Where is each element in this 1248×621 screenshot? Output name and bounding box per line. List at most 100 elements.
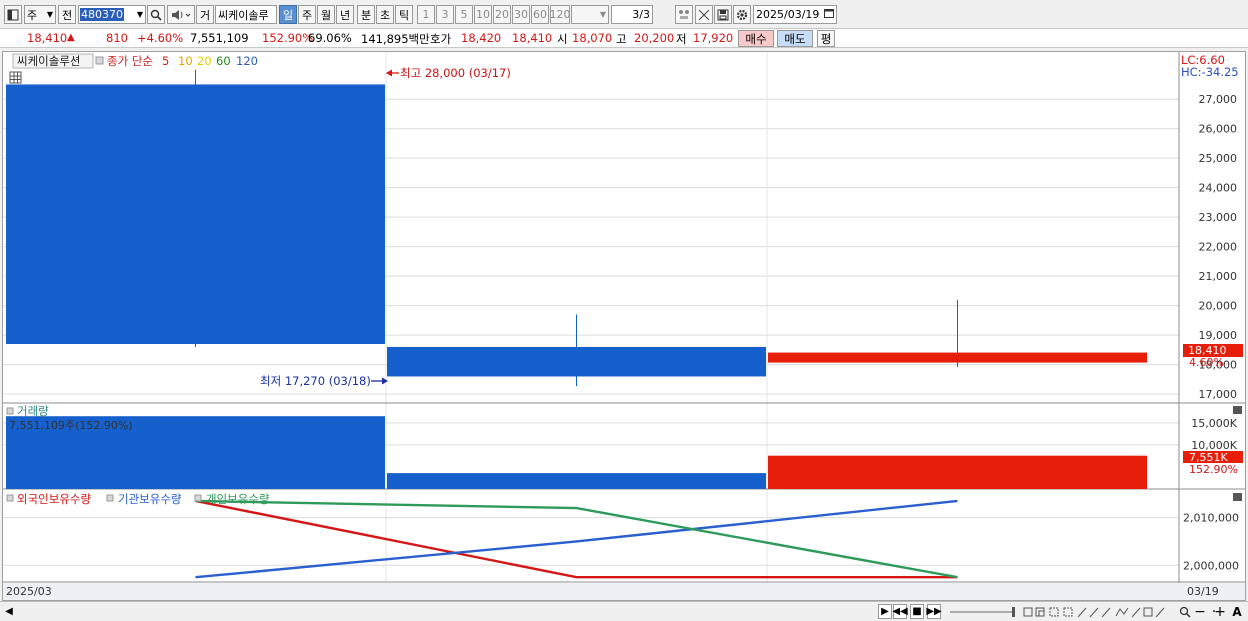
volume-toggle-icon[interactable] (6, 407, 14, 415)
holdings-tick-label: 2,000,000 (1183, 559, 1239, 572)
interval-10-button[interactable]: 10 (474, 5, 492, 24)
interval-1-button[interactable]: 1 (417, 5, 435, 24)
scroll-left-icon[interactable]: ◀ (4, 604, 14, 619)
low-annotation: 최저 17,270 (03/18) (260, 374, 388, 388)
holdings-tick-label: 2,010,000 (1183, 512, 1239, 525)
avg-button[interactable]: 평 (817, 30, 835, 47)
volume-panel-close-icon[interactable] (1233, 406, 1242, 414)
window-icon[interactable] (4, 5, 22, 24)
chevron-down-icon: ▼ (599, 10, 606, 19)
open-price: 18,070 (572, 31, 613, 45)
chart-title: 씨케이솔루션 (17, 54, 80, 68)
ma-period-20: 20 (197, 54, 212, 68)
chevron-down-icon[interactable]: ▼ (137, 10, 145, 19)
interval-20-button[interactable]: 20 (493, 5, 511, 24)
interval-5-button[interactable]: 5 (455, 5, 473, 24)
candle-body-03/19 (768, 352, 1147, 363)
bottom-scrollbar[interactable]: ◀ ▶ ◀◀ ■ ▶▶ − · + A (0, 601, 1248, 621)
volume-last-pct: 152.90% (1189, 463, 1238, 476)
ma-toggle-icon[interactable] (95, 56, 104, 65)
price-tick-label: 20,000 (1199, 300, 1238, 313)
prev-button[interactable]: 전 (58, 5, 76, 24)
volume-bar-1 (387, 473, 766, 489)
holdings-toggle-icon-2[interactable] (106, 494, 114, 502)
turnover-ratio: 69.06% (308, 31, 352, 45)
ask-price: 18,420 (461, 31, 502, 45)
price-tick-label: 21,000 (1199, 270, 1238, 283)
search-icon[interactable] (147, 5, 165, 24)
low-price: 17,920 (693, 31, 734, 45)
price-tick-label: 25,000 (1199, 152, 1238, 165)
crosshair-icon[interactable] (695, 5, 713, 24)
high-price: 20,200 (634, 31, 675, 45)
price-tick-label: 26,000 (1199, 123, 1238, 136)
ma-period-10: 10 (178, 54, 193, 68)
link-icon[interactable] (675, 5, 693, 24)
interval-120-button[interactable]: 120 (550, 5, 570, 24)
chart-area[interactable]: 17,000 18,000 19,000 20,000 21,000 22,000 23,0… (2, 51, 1246, 601)
holdings-toggle-icon-1[interactable] (6, 494, 14, 502)
zoom-slider[interactable] (948, 604, 1018, 619)
rewind-icon[interactable]: ◀◀ (892, 604, 908, 619)
interval-30-button[interactable]: 30 (512, 5, 530, 24)
font-icon[interactable]: A (1230, 604, 1244, 619)
buy-button[interactable]: 매수 (738, 30, 774, 47)
play-icon[interactable]: ▶ (878, 604, 892, 619)
stock-code-value: 480370 (80, 8, 124, 21)
chevron-down-icon: ▼ (46, 10, 53, 19)
legend-individual: 개인보유수량 (206, 492, 270, 506)
toolbar: 주 ▼ 전 480370 ▼ 거 씨케이솔루 일 주 월 년 분 초 틱 1 3… (0, 0, 1248, 28)
high-label: 고 (616, 32, 627, 46)
period-minute-button[interactable]: 분 (357, 5, 375, 24)
hoga-label: 호가 (430, 32, 452, 46)
period-tick-button[interactable]: 틱 (395, 5, 413, 24)
zoom-search-icon[interactable] (1178, 604, 1192, 619)
gear-icon[interactable] (733, 5, 751, 24)
period-day-button[interactable]: 일 (279, 5, 297, 24)
stock-name-field[interactable]: 씨케이솔루 (215, 5, 277, 24)
zoom-out-icon[interactable]: − (1194, 604, 1206, 620)
legend-institution: 기관보유수량 (118, 492, 182, 506)
chart-svg[interactable]: 17,00018,00019,00020,00021,00022,00023,0… (3, 52, 1245, 600)
sell-button[interactable]: 매도 (777, 30, 813, 47)
high-annotation: 최고 28,000 (03/17) (386, 66, 511, 80)
interval-select[interactable]: ▼ (571, 5, 609, 24)
scroll-track[interactable] (16, 604, 874, 619)
forward-icon[interactable]: ▶▶ (926, 604, 942, 619)
stock-code-input[interactable]: 480370 ▼ (78, 5, 146, 24)
ma-period-60: 60 (216, 54, 231, 68)
period-month-button[interactable]: 월 (317, 5, 335, 24)
holdings-panel-close-icon[interactable] (1233, 493, 1242, 501)
market-select[interactable]: 주 ▼ (24, 5, 56, 24)
trade-amount: 141,895백만 (361, 32, 430, 46)
interval-60-button[interactable]: 60 (531, 5, 549, 24)
stop-icon[interactable]: ■ (910, 604, 924, 619)
legend-foreign: 외국인보유수량 (17, 492, 91, 506)
period-second-button[interactable]: 초 (376, 5, 394, 24)
table-icon[interactable] (9, 71, 22, 84)
volume-tick-label: 10,000K (1191, 439, 1237, 452)
ma-period-5: 5 (162, 54, 169, 68)
last-pct-label: 4.60% (1189, 356, 1224, 369)
interval-3-button[interactable]: 3 (436, 5, 454, 24)
period-week-button[interactable]: 주 (298, 5, 316, 24)
speaker-icon[interactable] (167, 5, 195, 24)
price-tick-label: 23,000 (1199, 211, 1238, 224)
holdings-toggle-icon-3[interactable] (194, 494, 202, 502)
ma-label: 종가 단순 (107, 54, 153, 68)
price-tick-label: 17,000 (1199, 388, 1238, 401)
ma-period-120: 120 (236, 54, 258, 68)
save-icon[interactable] (714, 5, 732, 24)
geo-button[interactable]: 거 (196, 5, 214, 24)
high-annotation-text: 최고 28,000 (03/17) (400, 66, 511, 80)
drawing-tools[interactable] (1022, 604, 1172, 619)
x-axis-left-label: 2025/03 (6, 585, 52, 598)
period-year-button[interactable]: 년 (336, 5, 354, 24)
date-input[interactable]: 2025/03/19 (753, 5, 837, 24)
hc-label: HC:-34.25 (1181, 65, 1239, 79)
volume-tick-label: 15,000K (1191, 417, 1237, 430)
zoom-in-icon[interactable]: + (1214, 604, 1226, 620)
calendar-icon[interactable] (824, 8, 834, 21)
volume-bar-2 (768, 455, 1147, 489)
bid-price: 18,410 (512, 31, 553, 45)
